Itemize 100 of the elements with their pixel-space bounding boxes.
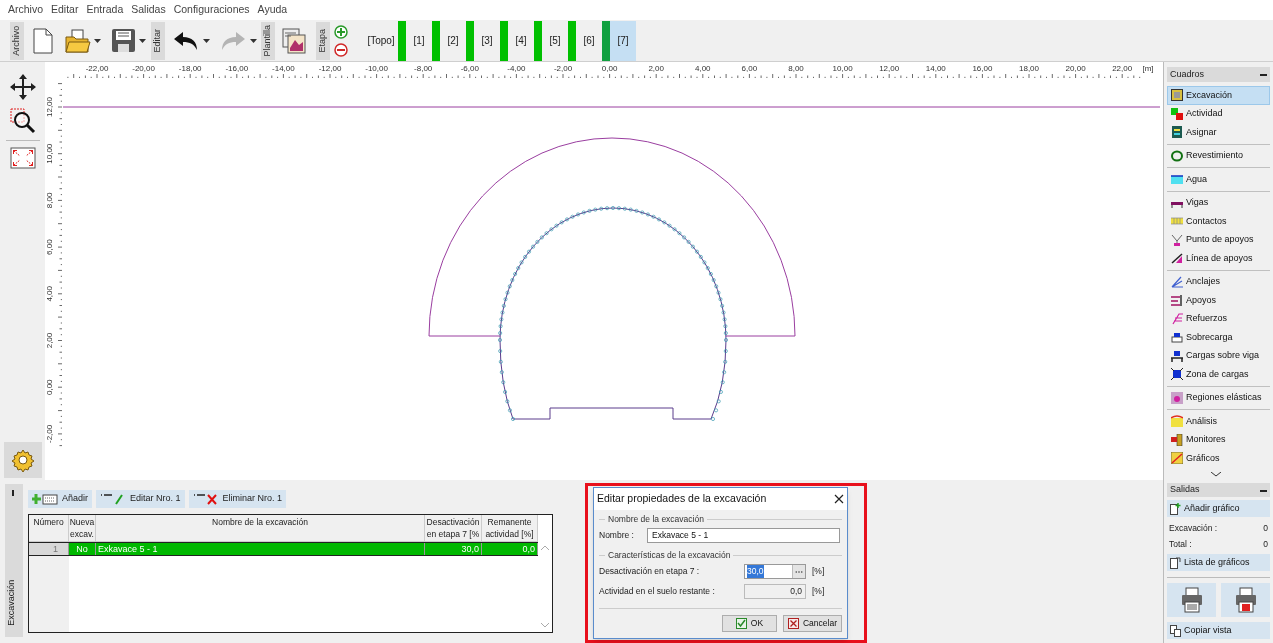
- panel-item[interactable]: Excavación: [1167, 86, 1270, 105]
- column-header: Remanente actividad [%]: [482, 515, 538, 542]
- toolbar-button[interactable]: Editar Nro. 1: [96, 490, 185, 508]
- menu-item[interactable]: Archivo: [8, 2, 43, 18]
- ruler-label: 8,00: [45, 192, 54, 209]
- settings-button[interactable]: [3, 442, 42, 478]
- count-value: 0: [1263, 521, 1268, 535]
- panel-item[interactable]: Apoyos: [1167, 291, 1270, 310]
- panel-item[interactable]: Línea de apoyos: [1167, 249, 1270, 268]
- ruler-label: 16,00: [972, 64, 993, 73]
- stage-tab[interactable]: [6]: [568, 20, 602, 61]
- table-cell: 1: [29, 543, 69, 555]
- stage-tab[interactable]: [2]: [432, 20, 466, 61]
- panel-item[interactable]: Análisis: [1167, 412, 1270, 431]
- more-icon[interactable]: [792, 565, 805, 578]
- panel-item[interactable]: Punto de apoyos: [1167, 230, 1270, 249]
- menu-item[interactable]: Ayuda: [257, 2, 288, 18]
- pin-icon: [12, 490, 15, 496]
- zoom-icon[interactable]: [9, 108, 36, 134]
- add-chart-button[interactable]: Añadir gráfico: [1167, 500, 1270, 517]
- surcharge-icon: [1171, 331, 1183, 344]
- input-field[interactable]: Exkavace 5 - 1: [647, 528, 840, 544]
- copy-view-button[interactable]: Copiar vista: [1167, 622, 1270, 639]
- menu-item[interactable]: Configuraciones: [173, 2, 250, 18]
- panel-item[interactable]: Agua: [1167, 170, 1270, 189]
- stage-tab[interactable]: [5]: [534, 20, 568, 61]
- table-cell: No: [69, 543, 96, 555]
- panel-item[interactable]: Asignar: [1167, 123, 1270, 142]
- minimize-icon[interactable]: [1260, 73, 1267, 76]
- panel-item[interactable]: Sobrecarga: [1167, 328, 1270, 347]
- caret-icon[interactable]: [94, 38, 101, 43]
- panel-item[interactable]: Cargas sobre viga: [1167, 346, 1270, 365]
- undo-icon[interactable]: [173, 30, 199, 51]
- save-icon[interactable]: [111, 28, 136, 53]
- cancel-icon: [787, 617, 799, 629]
- input-field[interactable]: 30,0: [744, 564, 806, 579]
- analysis-icon: [1171, 415, 1183, 428]
- ruler-label: 20,00: [1065, 64, 1086, 73]
- unit-label: [%]: [812, 585, 825, 598]
- close-icon[interactable]: [834, 494, 844, 504]
- panel-item[interactable]: Contactos: [1167, 212, 1270, 231]
- panel-item[interactable]: Regiones elásticas: [1167, 388, 1270, 407]
- dialog-button[interactable]: Cancelar: [782, 614, 842, 632]
- ring-icon: [1171, 149, 1183, 162]
- menu-item[interactable]: Entrada: [86, 2, 124, 18]
- ruler-label: -18,00: [178, 64, 202, 73]
- contact-icon: [1171, 215, 1183, 228]
- toolbar-group-label: Plantilla: [261, 21, 275, 60]
- stage-bar: [500, 20, 508, 61]
- stage-tab[interactable]: [7]: [602, 20, 636, 61]
- ruler-label: -20,00: [132, 64, 155, 73]
- panel-item[interactable]: Monitores: [1167, 430, 1270, 449]
- new-file-icon[interactable]: [33, 27, 53, 54]
- ruler-label: 6,00: [741, 64, 758, 73]
- folder-icon[interactable]: [65, 28, 91, 53]
- dialog-button[interactable]: OK: [721, 614, 777, 632]
- menu-item[interactable]: Editar: [51, 2, 79, 18]
- print-button[interactable]: [1221, 583, 1270, 617]
- toolbar-button[interactable]: Añadir: [28, 490, 92, 508]
- panel-item[interactable]: Refuerzos: [1167, 309, 1270, 328]
- stage-tab[interactable]: [Topo]: [364, 20, 398, 61]
- remove-stage-icon[interactable]: [334, 42, 348, 57]
- toolbar-group-label: Archivo: [10, 21, 24, 60]
- print-button[interactable]: [1167, 583, 1216, 617]
- chart-list-button[interactable]: Lista de gráficos: [1167, 554, 1270, 571]
- panel-item[interactable]: Vigas: [1167, 193, 1270, 212]
- vertical-tab[interactable]: Excavación: [5, 484, 23, 637]
- panel-item[interactable]: Gráficos: [1167, 449, 1270, 468]
- panel-item[interactable]: Revestimiento: [1167, 146, 1270, 165]
- move-icon[interactable]: [9, 74, 36, 100]
- panel-item[interactable]: Zona de cargas: [1167, 365, 1270, 384]
- water-icon: [1171, 173, 1183, 186]
- stage-tab[interactable]: [4]: [500, 20, 534, 61]
- ruler-label: -2,00: [553, 64, 573, 73]
- count-label: Excavación :: [1169, 521, 1218, 535]
- anchor-icon: [1171, 275, 1183, 288]
- add-stage-icon[interactable]: [334, 24, 348, 39]
- stage-tab[interactable]: [1]: [398, 20, 432, 61]
- stage-tab[interactable]: [3]: [466, 20, 500, 61]
- ruler-label: 18,00: [1019, 64, 1039, 73]
- chevron-down-icon[interactable]: [1211, 471, 1221, 477]
- panel-item[interactable]: Actividad: [1167, 104, 1270, 123]
- ruler-label: 2,00: [648, 64, 664, 73]
- minimize-icon[interactable]: [1260, 488, 1267, 492]
- support-point-icon: [1171, 233, 1183, 246]
- stage-bar: [568, 20, 576, 61]
- stage-bar: [534, 20, 542, 61]
- drawing-canvas[interactable]: -22,00 -20,00 -18,00 -16,00 -14,00 -12,00 -10,00 -8,00 -6,00 -4,00 -2,00 0,00 2,00 4,00 6,00 8,00 10,00 12,00 14,00 16,00 18,00 20,00 22,00 [m] 12,00 10,00 8,00 6,00 4,00 2,00 0,00 -2,00: [45, 62, 1163, 480]
- caret-icon[interactable]: [250, 38, 257, 43]
- ruler-label: -12,00: [318, 64, 342, 73]
- table-cell: 30,0: [425, 543, 482, 555]
- toolbar-button[interactable]: Eliminar Nro. 1: [188, 490, 287, 508]
- caret-icon[interactable]: [139, 38, 146, 43]
- assign-icon: [1171, 126, 1183, 139]
- fit-view-icon[interactable]: [9, 147, 36, 169]
- menu-item[interactable]: Salidas: [131, 2, 166, 18]
- stage-bar: [432, 20, 440, 61]
- caret-icon[interactable]: [203, 38, 210, 43]
- panel-item[interactable]: Anclajes: [1167, 272, 1270, 291]
- template-icon[interactable]: [282, 27, 306, 54]
